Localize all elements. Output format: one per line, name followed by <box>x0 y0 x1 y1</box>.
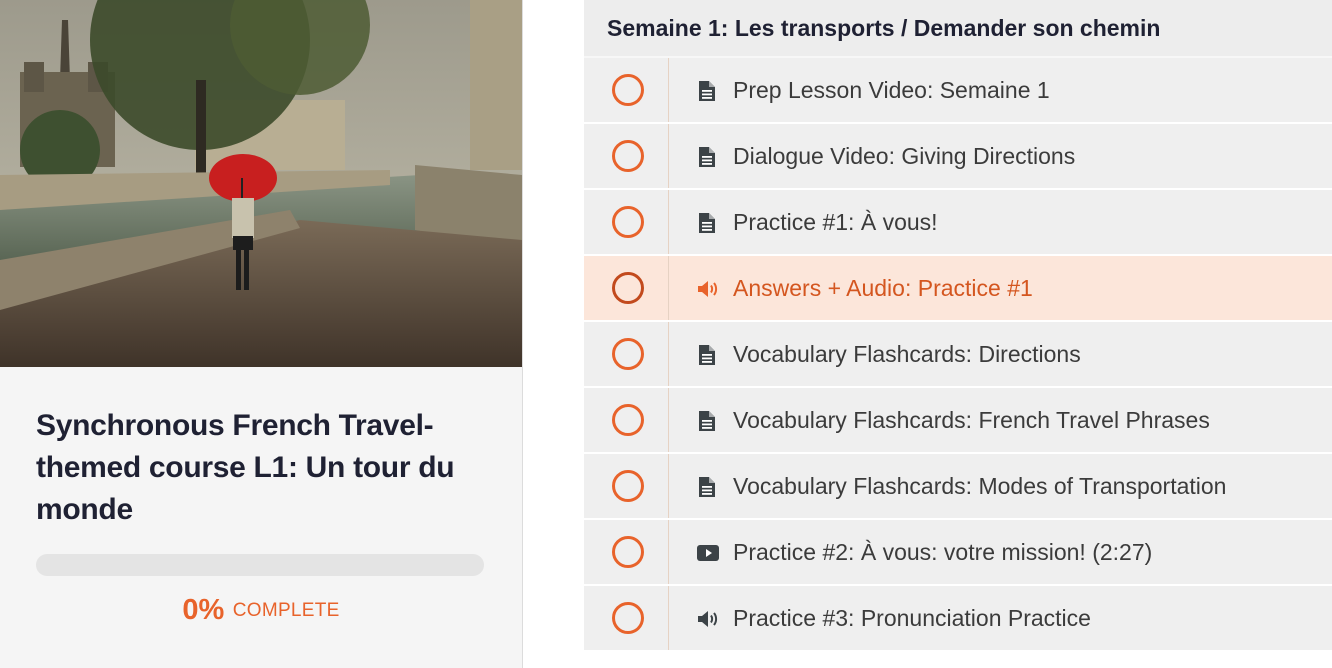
progress-percent: 0% <box>182 594 225 626</box>
lesson-title[interactable]: Dialogue Video: Giving Directions <box>733 124 1075 188</box>
document-icon <box>696 344 718 366</box>
lesson-status-circle-icon[interactable] <box>612 338 644 370</box>
lesson-title[interactable]: Vocabulary Flashcards: Directions <box>733 322 1081 386</box>
lesson-row[interactable]: Vocabulary Flashcards: Modes of Transpor… <box>584 454 1332 520</box>
document-icon <box>696 212 718 234</box>
lesson-status-circle-icon[interactable] <box>612 74 644 106</box>
audio-icon <box>696 278 718 300</box>
lesson-row[interactable]: Practice #2: À vous: votre mission! (2:2… <box>584 520 1332 586</box>
video-icon <box>696 542 719 564</box>
lesson-title[interactable]: Prep Lesson Video: Semaine 1 <box>733 58 1050 122</box>
lesson-row[interactable]: Practice #1: À vous! <box>584 190 1332 256</box>
lesson-row[interactable]: Vocabulary Flashcards: Directions <box>584 322 1332 388</box>
progress-label: COMPLETE <box>232 599 340 621</box>
section-title: Semaine 1: Les transports / Demander son… <box>584 0 1332 58</box>
lesson-status-circle-icon[interactable] <box>612 470 644 502</box>
lesson-title[interactable]: Vocabulary Flashcards: French Travel Phr… <box>733 388 1210 452</box>
lesson-row[interactable]: Practice #3: Pronunciation Practice <box>584 586 1332 652</box>
lesson-status-cell <box>584 58 669 122</box>
lesson-title[interactable]: Practice #2: À vous: votre mission! (2:2… <box>733 520 1152 584</box>
document-icon <box>696 410 718 432</box>
lesson-status-circle-icon[interactable] <box>612 272 644 304</box>
document-icon <box>696 476 718 498</box>
audio-icon <box>696 608 718 630</box>
lesson-row[interactable]: Prep Lesson Video: Semaine 1 <box>584 58 1332 124</box>
lesson-status-cell <box>584 454 669 518</box>
lesson-status-circle-icon[interactable] <box>612 536 644 568</box>
lesson-title[interactable]: Practice #3: Pronunciation Practice <box>733 586 1091 650</box>
lesson-row[interactable]: Answers + Audio: Practice #1 <box>584 256 1332 322</box>
lesson-status-cell <box>584 388 669 452</box>
lesson-status-cell <box>584 322 669 386</box>
lesson-row[interactable]: Dialogue Video: Giving Directions <box>584 124 1332 190</box>
lesson-row[interactable]: Vocabulary Flashcards: French Travel Phr… <box>584 388 1332 454</box>
lesson-status-cell <box>584 586 669 650</box>
lesson-status-cell <box>584 190 669 254</box>
lesson-list: Prep Lesson Video: Semaine 1 Dialogue Vid… <box>584 58 1332 652</box>
lesson-list-panel: Semaine 1: Les transports / Demander son… <box>584 0 1332 668</box>
document-icon <box>696 146 718 168</box>
course-progress-text: 0% COMPLETE <box>0 594 522 627</box>
course-sidebar: Synchronous French Travel-themed course … <box>0 0 523 668</box>
lesson-status-cell <box>584 520 669 584</box>
lesson-status-cell <box>584 124 669 188</box>
course-progress-bar <box>36 554 484 576</box>
course-cover-image <box>0 0 522 367</box>
course-title: Synchronous French Travel-themed course … <box>36 409 455 526</box>
lesson-status-circle-icon[interactable] <box>612 602 644 634</box>
lesson-status-cell <box>584 256 669 320</box>
lesson-status-circle-icon[interactable] <box>612 206 644 238</box>
lesson-status-circle-icon[interactable] <box>612 140 644 172</box>
lesson-title[interactable]: Vocabulary Flashcards: Modes of Transpor… <box>733 454 1226 518</box>
lesson-title[interactable]: Practice #1: À vous! <box>733 190 938 254</box>
lesson-status-circle-icon[interactable] <box>612 404 644 436</box>
document-icon <box>696 80 718 102</box>
lesson-title[interactable]: Answers + Audio: Practice #1 <box>733 256 1033 320</box>
